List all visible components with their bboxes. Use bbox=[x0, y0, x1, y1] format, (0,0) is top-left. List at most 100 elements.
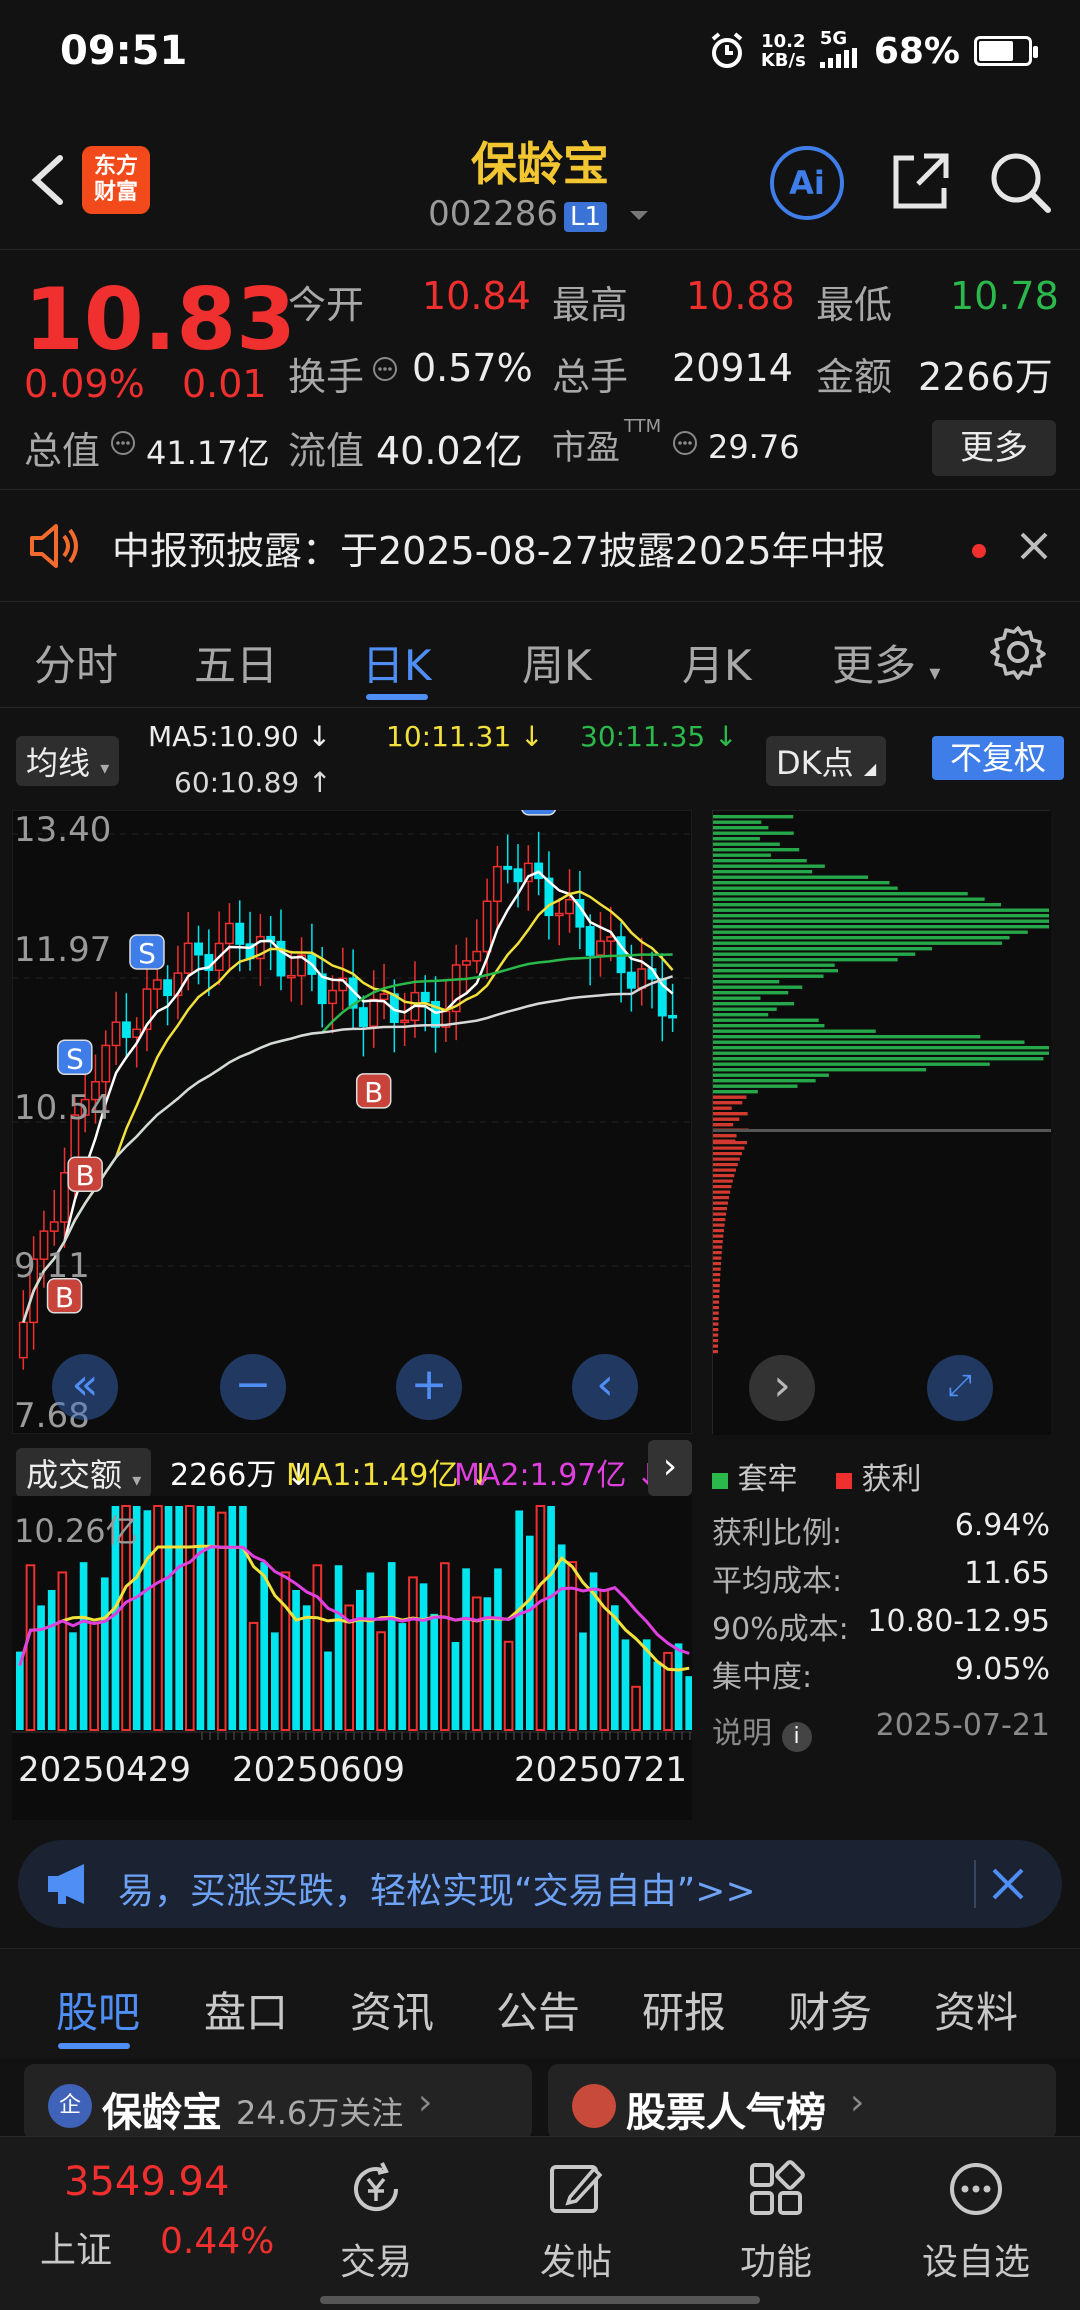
volume-bar bbox=[462, 1568, 470, 1730]
volume-next-button[interactable]: › bbox=[648, 1440, 692, 1496]
chip-bar bbox=[713, 1062, 990, 1066]
adjust-mode-button[interactable]: 不复权 bbox=[932, 736, 1064, 780]
chip-bar bbox=[713, 1185, 732, 1189]
candle-body bbox=[637, 968, 647, 989]
amount-value: 2266万 bbox=[918, 355, 1053, 399]
promo-banner[interactable]: 易，买涨买跌，轻松实现“交易自由”>> bbox=[18, 1840, 1062, 1928]
forum-followers: 24.6万关注 bbox=[236, 2094, 404, 2132]
scroll-right-button[interactable]: › bbox=[749, 1355, 815, 1421]
yen-cycle-icon bbox=[354, 2162, 399, 2212]
volume-chart[interactable]: 10.26亿 20250429 20250609 20250721 bbox=[12, 1496, 694, 1820]
chip-bar bbox=[713, 837, 760, 841]
tab-profile[interactable]: 资料 bbox=[934, 1979, 1018, 2040]
tab-daily-k[interactable]: 日K bbox=[362, 632, 432, 693]
share-icon[interactable] bbox=[884, 146, 956, 218]
notice-unread-dot bbox=[972, 544, 986, 558]
volume-bar bbox=[547, 1506, 555, 1730]
volume-label: 总手 bbox=[552, 355, 629, 399]
scroll-left-fast-button[interactable]: « bbox=[52, 1354, 118, 1420]
tab-stock-forum[interactable]: 股吧 bbox=[56, 1979, 140, 2040]
notice-bar[interactable]: 中报预披露：于2025-08-27披露2025年中报 bbox=[0, 490, 1080, 602]
chip-bar bbox=[713, 848, 800, 852]
level-badge: L1 bbox=[563, 202, 607, 232]
candle-body bbox=[503, 865, 513, 870]
date-label-3: 20250721 bbox=[514, 1750, 688, 1790]
tab-monthly-k[interactable]: 月K bbox=[682, 632, 752, 693]
chip-bar bbox=[713, 925, 1049, 929]
gear-icon[interactable] bbox=[990, 624, 1046, 680]
ma5-value: MA5:10.90 ↓ bbox=[148, 720, 332, 753]
stock-header: 东方 财富 保龄宝 002286 L1 Ai bbox=[0, 110, 1080, 250]
signal-bars-icon bbox=[819, 48, 857, 68]
chip-distribution[interactable]: › ⤢ bbox=[712, 810, 1051, 1435]
kline-svg[interactable]: SBSBBS bbox=[11, 780, 693, 1435]
battery-percent: 68% bbox=[873, 30, 960, 72]
expand-icon[interactable]: ⤢ bbox=[927, 1355, 993, 1421]
chip-bar bbox=[713, 1117, 740, 1121]
chip-bar bbox=[713, 996, 761, 1000]
tab-announcements[interactable]: 公告 bbox=[496, 1979, 580, 2040]
chip-bar bbox=[713, 1134, 737, 1138]
tab-weekly-k[interactable]: 周K bbox=[522, 632, 592, 693]
change-amount: 0.01 bbox=[182, 362, 267, 406]
chip-bar bbox=[713, 1040, 1025, 1044]
close-icon[interactable] bbox=[988, 1864, 1028, 1904]
nav-trade[interactable]: 交易 bbox=[296, 2137, 456, 2310]
scroll-left-button[interactable]: ‹ bbox=[572, 1354, 638, 1420]
current-price: 10.83 bbox=[24, 270, 297, 370]
volume-bar bbox=[143, 1510, 152, 1730]
chip-bar bbox=[713, 1317, 719, 1321]
candle-body bbox=[286, 974, 296, 979]
chip-bar bbox=[713, 1311, 719, 1315]
info-icon[interactable]: i bbox=[781, 1722, 812, 1752]
volume-bar bbox=[271, 1632, 279, 1730]
volume-bar bbox=[260, 1562, 269, 1730]
tab-news[interactable]: 资讯 bbox=[350, 1979, 434, 2040]
info-dots-icon[interactable] bbox=[672, 430, 698, 456]
volume-bar bbox=[302, 1605, 311, 1730]
nav-watchlist[interactable]: 设自选 bbox=[896, 2137, 1056, 2310]
stock-forum-card[interactable]: 企 保龄宝 24.6万关注 › bbox=[24, 2064, 532, 2140]
tab-intraday[interactable]: 分时 bbox=[34, 632, 118, 693]
info-dots-icon[interactable] bbox=[110, 430, 136, 456]
volume-bar bbox=[419, 1583, 428, 1730]
status-bar: 09:51 10.2 KB/s 5G 68% bbox=[0, 0, 1080, 110]
close-icon[interactable] bbox=[1016, 528, 1052, 564]
chip-bar bbox=[713, 1234, 724, 1238]
chip-bar bbox=[713, 815, 794, 819]
banner-divider bbox=[974, 1860, 976, 1908]
volume-bar bbox=[451, 1642, 460, 1730]
search-icon[interactable] bbox=[984, 146, 1056, 218]
volume-bar bbox=[611, 1605, 619, 1730]
ma-selector[interactable]: 均线 ▾ bbox=[16, 736, 120, 786]
megaphone-icon bbox=[48, 1864, 84, 1904]
tab-financials[interactable]: 财务 bbox=[788, 1979, 872, 2040]
chip-bar bbox=[713, 1106, 732, 1110]
status-time: 09:51 bbox=[60, 28, 188, 74]
nav-function[interactable]: 功能 bbox=[696, 2137, 856, 2310]
tab-order-book[interactable]: 盘口 bbox=[204, 1979, 288, 2040]
info-dots-icon[interactable] bbox=[372, 356, 398, 382]
tab-research[interactable]: 研报 bbox=[642, 1979, 726, 2040]
tab-more[interactable]: 更多 ▾ bbox=[832, 632, 940, 693]
index-ticker[interactable]: 3549.94 上证 0.44% bbox=[0, 2137, 290, 2310]
nav-post[interactable]: 发帖 bbox=[496, 2137, 656, 2310]
candle-body bbox=[595, 940, 605, 956]
volume-bar bbox=[164, 1506, 173, 1730]
status-indicators: 10.2 KB/s 5G 68% bbox=[707, 30, 1038, 72]
volume-indicator-selector[interactable]: 成交额 ▾ bbox=[16, 1448, 152, 1498]
zoom-in-button[interactable]: + bbox=[396, 1354, 462, 1420]
tab-five-day[interactable]: 五日 bbox=[194, 632, 278, 693]
dk-point-selector[interactable]: DK点 ◢ bbox=[766, 736, 887, 786]
date-label-2: 20250609 bbox=[232, 1750, 406, 1790]
more-quote-button[interactable]: 更多 bbox=[932, 420, 1056, 476]
zoom-out-button[interactable]: − bbox=[220, 1354, 286, 1420]
volume-bar bbox=[387, 1562, 396, 1730]
date-label-1: 20250429 bbox=[18, 1750, 192, 1790]
popularity-rank-card[interactable]: 股票人气榜 › bbox=[548, 2064, 1056, 2140]
chevron-right-icon: › bbox=[850, 2082, 865, 2123]
kline-chart[interactable]: SBSBBS 13.40 11.97 10.54 9.11 7.68 « − +… bbox=[11, 780, 693, 1436]
chip-bar bbox=[713, 1057, 1044, 1061]
ai-assistant-button[interactable]: Ai bbox=[770, 146, 844, 220]
signal-indicator: 5G bbox=[819, 30, 860, 72]
